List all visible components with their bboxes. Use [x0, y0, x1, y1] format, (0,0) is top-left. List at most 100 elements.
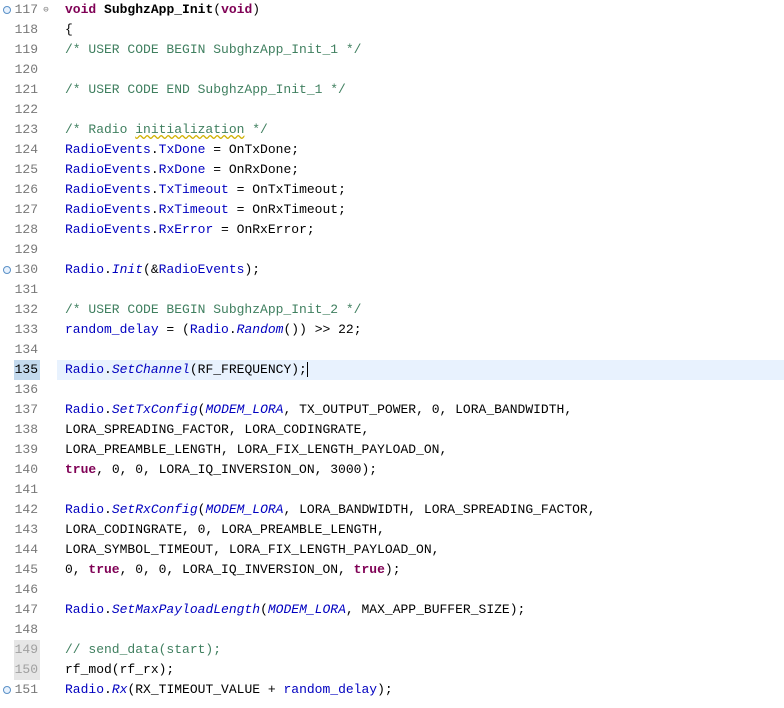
token-fld: RadioEvents	[65, 162, 151, 177]
token-c: /* USER CODE BEGIN SubghzApp_Init_1 */	[65, 42, 361, 57]
token-c: */	[244, 122, 267, 137]
code-line[interactable]: /* USER CODE BEGIN SubghzApp_Init_1 */	[57, 40, 784, 60]
code-line[interactable]: // send_data(start);	[57, 640, 784, 660]
line-number: 127	[14, 200, 40, 220]
code-line[interactable]	[57, 280, 784, 300]
code-line[interactable]	[57, 480, 784, 500]
token-s: , 0, 0, LORA_IQ_INVERSION_ON,	[120, 562, 354, 577]
token-fld: RadioEvents	[65, 202, 151, 217]
code-line[interactable]: Radio.SetMaxPayloadLength(MODEM_LORA, MA…	[57, 600, 784, 620]
code-line[interactable]: Radio.Rx(RX_TIMEOUT_VALUE + random_delay…	[57, 680, 784, 700]
token-fn: SubghzApp_Init	[104, 2, 213, 17]
token-fld: Radio	[65, 682, 104, 697]
code-line[interactable]: true, 0, 0, LORA_IQ_INVERSION_ON, 3000);	[57, 460, 784, 480]
code-line[interactable]	[57, 580, 784, 600]
line-number: 143	[14, 520, 40, 540]
code-line[interactable]	[57, 620, 784, 640]
token-c: // send_data(start);	[65, 642, 221, 657]
line-number: 145	[14, 560, 40, 580]
gutter: 117⊖118119120121122123124125126127128129…	[0, 0, 57, 700]
code-line[interactable]: LORA_PREAMBLE_LENGTH, LORA_FIX_LENGTH_PA…	[57, 440, 784, 460]
code-line[interactable]: void SubghzApp_Init(void)	[57, 0, 784, 20]
breakpoint-marker-icon[interactable]	[3, 266, 11, 274]
token-fld: Radio	[65, 602, 104, 617]
token-it: MODEM_LORA	[205, 502, 283, 517]
code-line[interactable]: Radio.SetRxConfig(MODEM_LORA, LORA_BANDW…	[57, 500, 784, 520]
text-cursor	[307, 362, 308, 377]
marker-column	[0, 266, 14, 274]
token-fld: RadioEvents	[159, 262, 245, 277]
fold-column[interactable]: ⊖	[40, 0, 52, 20]
line-number: 128	[14, 220, 40, 240]
token-it: Init	[112, 262, 143, 277]
code-line[interactable]: /* USER CODE BEGIN SubghzApp_Init_2 */	[57, 300, 784, 320]
code-line[interactable]: Radio.SetTxConfig(MODEM_LORA, TX_OUTPUT_…	[57, 400, 784, 420]
line-number: 129	[14, 240, 40, 260]
code-line[interactable]: random_delay = (Radio.Random()) >> 22;	[57, 320, 784, 340]
code-line[interactable]: {	[57, 20, 784, 40]
code-line[interactable]	[57, 380, 784, 400]
token-fld: Radio	[190, 322, 229, 337]
code-line[interactable]: /* Radio initialization */	[57, 120, 784, 140]
code-line[interactable]: LORA_SPREADING_FACTOR, LORA_CODINGRATE,	[57, 420, 784, 440]
token-s: (	[213, 2, 221, 17]
code-line[interactable]	[57, 60, 784, 80]
line-number: 150	[14, 660, 40, 680]
breakpoint-marker-icon[interactable]	[3, 6, 11, 14]
marker-column	[0, 686, 14, 694]
token-s: {	[65, 22, 73, 37]
gutter-row: 147	[0, 600, 56, 620]
gutter-row: 136	[0, 380, 56, 400]
code-area[interactable]: void SubghzApp_Init(void) { /* USER CODE …	[57, 0, 784, 700]
token-fld: Radio	[65, 262, 104, 277]
line-number: 124	[14, 140, 40, 160]
token-fld: Radio	[65, 502, 104, 517]
token-s: .	[151, 222, 159, 237]
line-number: 122	[14, 100, 40, 120]
code-line[interactable]: /* USER CODE END SubghzApp_Init_1 */	[57, 80, 784, 100]
code-line[interactable]: Radio.SetChannel(RF_FREQUENCY);	[57, 360, 784, 380]
token-fld: RadioEvents	[65, 222, 151, 237]
code-line[interactable]: RadioEvents.RxError = OnRxError;	[57, 220, 784, 240]
code-editor[interactable]: 117⊖118119120121122123124125126127128129…	[0, 0, 784, 700]
token-s: = OnTxDone;	[205, 142, 299, 157]
line-number: 135	[14, 360, 40, 380]
token-s: .	[151, 142, 159, 157]
code-line[interactable]: rf_mod(rf_rx);	[57, 660, 784, 680]
token-s: rf_mod(rf_rx);	[65, 662, 174, 677]
token-fld: TxDone	[159, 142, 206, 157]
code-line[interactable]: RadioEvents.RxDone = OnRxDone;	[57, 160, 784, 180]
line-number: 147	[14, 600, 40, 620]
code-line[interactable]: Radio.Init(&RadioEvents);	[57, 260, 784, 280]
code-line[interactable]: LORA_SYMBOL_TIMEOUT, LORA_FIX_LENGTH_PAY…	[57, 540, 784, 560]
gutter-row: 129	[0, 240, 56, 260]
line-number: 133	[14, 320, 40, 340]
gutter-row: 145	[0, 560, 56, 580]
line-number: 140	[14, 460, 40, 480]
gutter-row: 143	[0, 520, 56, 540]
token-s: LORA_SYMBOL_TIMEOUT, LORA_FIX_LENGTH_PAY…	[65, 542, 439, 557]
line-number: 125	[14, 160, 40, 180]
code-line[interactable]: RadioEvents.TxDone = OnTxDone;	[57, 140, 784, 160]
token-it: Rx	[112, 682, 128, 697]
gutter-row: 126	[0, 180, 56, 200]
token-fld: Radio	[65, 402, 104, 417]
code-line[interactable]	[57, 240, 784, 260]
code-line[interactable]	[57, 100, 784, 120]
token-s: = OnRxDone;	[205, 162, 299, 177]
gutter-row: 127	[0, 200, 56, 220]
token-it: Random	[237, 322, 284, 337]
gutter-row: 135	[0, 360, 56, 380]
code-line[interactable]: RadioEvents.TxTimeout = OnTxTimeout;	[57, 180, 784, 200]
marker-column	[0, 6, 14, 14]
line-number: 139	[14, 440, 40, 460]
token-s: .	[104, 362, 112, 377]
code-line[interactable]: LORA_CODINGRATE, 0, LORA_PREAMBLE_LENGTH…	[57, 520, 784, 540]
breakpoint-marker-icon[interactable]	[3, 686, 11, 694]
token-s: = OnTxTimeout;	[229, 182, 346, 197]
code-line[interactable]: 0, true, 0, 0, LORA_IQ_INVERSION_ON, tru…	[57, 560, 784, 580]
gutter-row: 148	[0, 620, 56, 640]
code-line[interactable]: RadioEvents.RxTimeout = OnRxTimeout;	[57, 200, 784, 220]
code-line[interactable]	[57, 340, 784, 360]
line-number: 120	[14, 60, 40, 80]
